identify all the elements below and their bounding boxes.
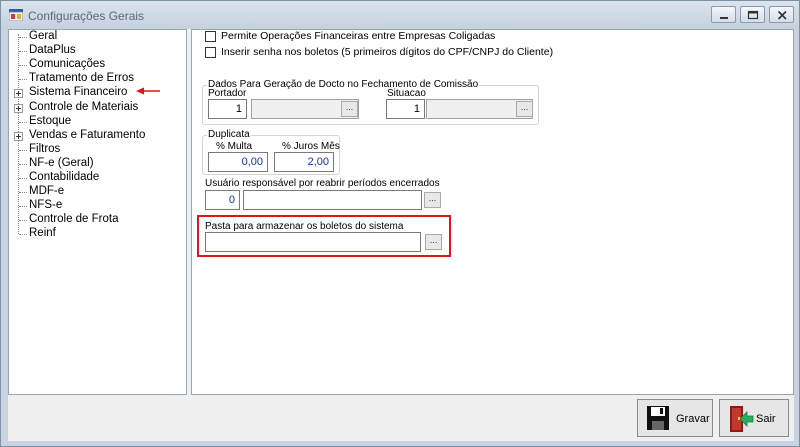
juros-input[interactable]: 2,00 bbox=[274, 152, 334, 172]
tree-connector bbox=[19, 220, 27, 222]
tree-connector bbox=[19, 121, 27, 123]
multa-label: % Multa bbox=[216, 141, 253, 152]
tree-item-label: Reinf bbox=[29, 227, 56, 240]
tree-item-estoque[interactable]: Estoque bbox=[9, 115, 184, 129]
tree-item-label: Vendas e Faturamento bbox=[29, 128, 146, 141]
usuario-name-field bbox=[243, 190, 422, 210]
expand-plus-icon[interactable] bbox=[14, 89, 23, 99]
tree-item-nf-e-geral[interactable]: NF-e (Geral) bbox=[9, 157, 184, 171]
tree-connector bbox=[19, 163, 27, 165]
app-icon bbox=[9, 9, 23, 21]
usuario-label: Usuário responsável por reabrir períodos… bbox=[205, 178, 440, 189]
portador-browse-button[interactable]: ... bbox=[341, 101, 358, 117]
save-icon bbox=[647, 406, 669, 430]
tree-item-filtros[interactable]: Filtros bbox=[9, 143, 184, 157]
duplicata-title: Duplicata bbox=[207, 129, 251, 140]
situacao-label: Situacao bbox=[387, 88, 426, 99]
close-button[interactable] bbox=[769, 6, 794, 23]
client-area: Geral DataPlus Comunicações Tratamento de E… bbox=[8, 29, 794, 441]
tree-item-label: Controle de Materiais bbox=[29, 100, 139, 113]
minimize-icon bbox=[720, 17, 728, 19]
title-bar: Configurações Gerais bbox=[1, 1, 799, 29]
tree-item-reinf[interactable]: Reinf bbox=[9, 227, 184, 241]
senha-boletos-checkbox[interactable] bbox=[205, 47, 216, 58]
portador-input[interactable]: 1 bbox=[208, 99, 247, 119]
tree-item-mdf-e[interactable]: MDF-e bbox=[9, 185, 184, 199]
tree-item-label: Comunicações bbox=[29, 58, 106, 71]
sair-button[interactable]: Sair bbox=[719, 399, 789, 437]
red-arrow-icon bbox=[136, 87, 160, 95]
tree-item-label: Controle de Frota bbox=[29, 213, 119, 226]
situacao-input[interactable]: 1 bbox=[386, 99, 425, 119]
tree-item-label: Estoque bbox=[29, 114, 72, 127]
usuario-code-input[interactable]: 0 bbox=[205, 190, 240, 210]
geracao-title: Dados Para Geração de Docto no Fechament… bbox=[207, 79, 480, 90]
tree-connector bbox=[19, 51, 27, 53]
tree-item-controle-de-frota[interactable]: Controle de Frota bbox=[9, 213, 184, 227]
main-window: Configurações Gerais Geral DataPlus Comuni… bbox=[0, 0, 800, 447]
tree-item-vendas-e-faturamento[interactable]: Vendas e Faturamento bbox=[9, 129, 184, 143]
tree-item-label: Contabilidade bbox=[29, 171, 100, 183]
gravar-label: Gravar bbox=[676, 413, 710, 425]
tree-connector bbox=[19, 192, 27, 194]
config-tree[interactable]: Geral DataPlus Comunicações Tratamento de E… bbox=[8, 29, 187, 395]
tree-item-controle-de-materiais[interactable]: Controle de Materiais bbox=[9, 101, 184, 115]
tree-connector bbox=[19, 65, 27, 67]
tree-connector bbox=[19, 79, 27, 81]
tree-connector bbox=[19, 206, 27, 208]
tree-item-nfs-e[interactable]: NFS-e bbox=[9, 199, 184, 213]
tree-item-dataplus[interactable]: DataPlus bbox=[9, 44, 184, 58]
tree-item-tratamento-de-erros[interactable]: Tratamento de Erros bbox=[9, 72, 184, 86]
tree-connector bbox=[19, 37, 27, 38]
close-icon bbox=[777, 10, 787, 20]
pasta-label: Pasta para armazenar os boletos do siste… bbox=[205, 221, 404, 232]
usuario-browse-button[interactable]: ... bbox=[424, 192, 441, 208]
tree-item-geral[interactable]: Geral bbox=[9, 30, 184, 44]
settings-panel: Permite Operações Financeiras entre Empr… bbox=[191, 29, 794, 395]
tree-item-label: Filtros bbox=[29, 142, 61, 155]
multa-input[interactable]: 0,00 bbox=[208, 152, 268, 172]
situacao-browse-button[interactable]: ... bbox=[516, 101, 533, 117]
tree-connector bbox=[19, 149, 27, 151]
expand-plus-icon[interactable] bbox=[14, 103, 23, 113]
tree-item-label: Geral bbox=[29, 30, 58, 42]
tree-item-label: MDF-e bbox=[29, 185, 65, 198]
minimize-button[interactable] bbox=[711, 6, 736, 23]
tree-item-contabilidade[interactable]: Contabilidade bbox=[9, 171, 184, 185]
pasta-input[interactable] bbox=[205, 232, 421, 252]
exit-door-icon bbox=[730, 406, 754, 432]
window-title: Configurações Gerais bbox=[28, 9, 145, 23]
tree-item-label: Sistema Financeiro bbox=[29, 86, 128, 99]
pasta-browse-button[interactable]: ... bbox=[425, 234, 442, 250]
expand-plus-icon[interactable] bbox=[14, 131, 23, 141]
tree-item-label: Tratamento de Erros bbox=[29, 72, 135, 85]
tree-item-label: NFS-e bbox=[29, 199, 63, 212]
gravar-button[interactable]: Gravar bbox=[637, 399, 713, 437]
tree-connector bbox=[19, 178, 27, 179]
coligadas-label: Permite Operações Financeiras entre Empr… bbox=[221, 30, 496, 42]
juros-label: % Juros Mês bbox=[282, 141, 340, 152]
tree-connector bbox=[19, 234, 27, 236]
maximize-icon bbox=[747, 10, 759, 20]
tree-item-comunicacoes[interactable]: Comunicações bbox=[9, 58, 184, 72]
coligadas-checkbox[interactable] bbox=[205, 31, 216, 42]
tree-item-label: NF-e (Geral) bbox=[29, 156, 94, 169]
maximize-button[interactable] bbox=[740, 6, 765, 23]
sair-label: Sair bbox=[756, 413, 776, 425]
senha-boletos-label: Inserir senha nos boletos (5 primeiros d… bbox=[221, 46, 554, 58]
portador-label: Portador bbox=[208, 88, 247, 99]
tree-item-label: DataPlus bbox=[29, 44, 76, 57]
